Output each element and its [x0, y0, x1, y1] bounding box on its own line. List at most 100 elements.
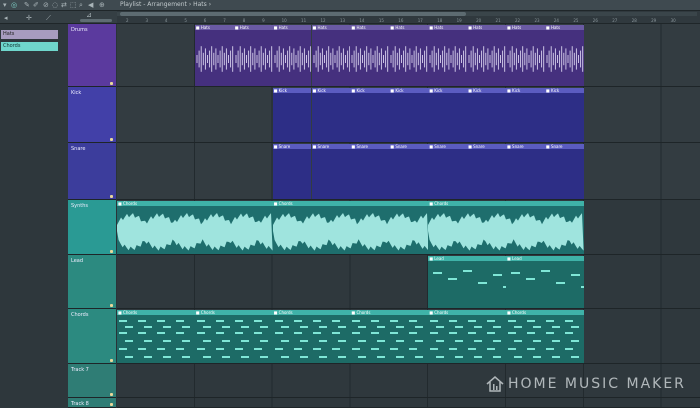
note[interactable]	[240, 340, 249, 342]
slip-tool-icon[interactable]: ⇄	[61, 1, 67, 9]
note[interactable]	[157, 332, 165, 334]
mute-tool-icon[interactable]: ◌	[52, 1, 58, 9]
pattern-clip[interactable]: ■ Chords	[506, 310, 584, 363]
select-tool-icon[interactable]: ⬚	[70, 1, 77, 9]
note[interactable]	[234, 348, 243, 350]
arrange-icon[interactable]: ⊕	[99, 1, 105, 9]
delete-tool-icon[interactable]: ⊘	[43, 1, 49, 9]
note[interactable]	[478, 282, 488, 284]
note[interactable]	[312, 348, 321, 350]
note[interactable]	[455, 356, 464, 358]
note[interactable]	[493, 274, 503, 276]
pattern-clip[interactable]: ■ Chords	[272, 201, 429, 254]
note[interactable]	[202, 326, 211, 328]
note[interactable]	[358, 356, 367, 358]
note[interactable]	[511, 272, 520, 274]
note[interactable]	[514, 340, 522, 342]
note[interactable]	[274, 332, 283, 334]
note[interactable]	[253, 332, 262, 334]
note[interactable]	[468, 348, 477, 350]
note[interactable]	[533, 326, 541, 328]
note[interactable]	[468, 320, 477, 322]
pattern-clip[interactable]: ■ Kick	[544, 88, 584, 142]
track-lock-icon[interactable]	[110, 393, 113, 396]
pattern-clip[interactable]: ■ Chords	[194, 310, 273, 363]
snap-icon[interactable]: ◎	[11, 1, 17, 9]
note[interactable]	[182, 326, 190, 328]
note[interactable]	[144, 356, 152, 358]
note[interactable]	[240, 356, 249, 358]
note[interactable]	[119, 320, 127, 322]
track-lock-icon[interactable]	[110, 403, 113, 406]
note[interactable]	[552, 356, 560, 358]
note[interactable]	[377, 326, 386, 328]
note[interactable]	[430, 348, 439, 350]
note[interactable]	[396, 356, 405, 358]
note[interactable]	[455, 326, 464, 328]
zoom-tool-icon[interactable]: ⌕	[79, 1, 83, 9]
note[interactable]	[253, 320, 262, 322]
note[interactable]	[396, 340, 405, 342]
note[interactable]	[409, 320, 418, 322]
pattern-clip[interactable]: ■ Hats	[428, 25, 468, 86]
picker-item-hats[interactable]: Hats	[1, 30, 58, 39]
scrollbar-thumb[interactable]	[120, 12, 466, 16]
note[interactable]	[493, 326, 502, 328]
note[interactable]	[390, 320, 399, 322]
note[interactable]	[196, 320, 205, 322]
note[interactable]	[125, 326, 133, 328]
note[interactable]	[163, 356, 171, 358]
note[interactable]	[487, 320, 496, 322]
pattern-clip[interactable]: ■ Chords	[117, 310, 195, 363]
pattern-clip[interactable]: ■ Hats	[506, 25, 545, 86]
note[interactable]	[448, 278, 458, 280]
note[interactable]	[119, 332, 127, 334]
note[interactable]	[331, 332, 340, 334]
note[interactable]	[215, 332, 224, 334]
note[interactable]	[493, 340, 502, 342]
note[interactable]	[144, 340, 152, 342]
pattern-clip[interactable]: ■ Hats	[544, 25, 584, 86]
note[interactable]	[358, 326, 367, 328]
note[interactable]	[280, 356, 289, 358]
note[interactable]	[571, 356, 579, 358]
pattern-clip[interactable]: ■ Snare	[506, 144, 545, 199]
note[interactable]	[280, 340, 289, 342]
note[interactable]	[182, 340, 190, 342]
note[interactable]	[508, 320, 516, 322]
note[interactable]	[119, 348, 127, 350]
draw-tool-icon[interactable]: ✎	[24, 1, 30, 9]
note[interactable]	[202, 356, 211, 358]
track-header[interactable]: Track 7	[68, 364, 116, 398]
note[interactable]	[352, 332, 361, 334]
note[interactable]	[508, 332, 516, 334]
note[interactable]	[565, 332, 573, 334]
note[interactable]	[436, 326, 445, 328]
note[interactable]	[474, 356, 483, 358]
note[interactable]	[125, 356, 133, 358]
note[interactable]	[527, 332, 535, 334]
note[interactable]	[396, 326, 405, 328]
note[interactable]	[176, 332, 184, 334]
note[interactable]	[312, 332, 321, 334]
note[interactable]	[430, 332, 439, 334]
pattern-clip[interactable]: ■ Lead	[506, 256, 584, 308]
note[interactable]	[312, 320, 321, 322]
note[interactable]	[138, 348, 146, 350]
note[interactable]	[176, 348, 184, 350]
note[interactable]	[215, 348, 224, 350]
track-header[interactable]: Chords	[68, 309, 116, 364]
pattern-clip[interactable]: ■ Chords	[428, 310, 506, 363]
note[interactable]	[474, 340, 483, 342]
note[interactable]	[415, 340, 424, 342]
note[interactable]	[196, 348, 205, 350]
note[interactable]	[527, 348, 535, 350]
note[interactable]	[487, 332, 496, 334]
note[interactable]	[552, 326, 560, 328]
note[interactable]	[138, 320, 146, 322]
note[interactable]	[433, 272, 443, 274]
playback-tool-icon[interactable]: ◀	[88, 1, 93, 9]
note[interactable]	[202, 340, 211, 342]
note[interactable]	[144, 326, 152, 328]
note[interactable]	[371, 320, 380, 322]
